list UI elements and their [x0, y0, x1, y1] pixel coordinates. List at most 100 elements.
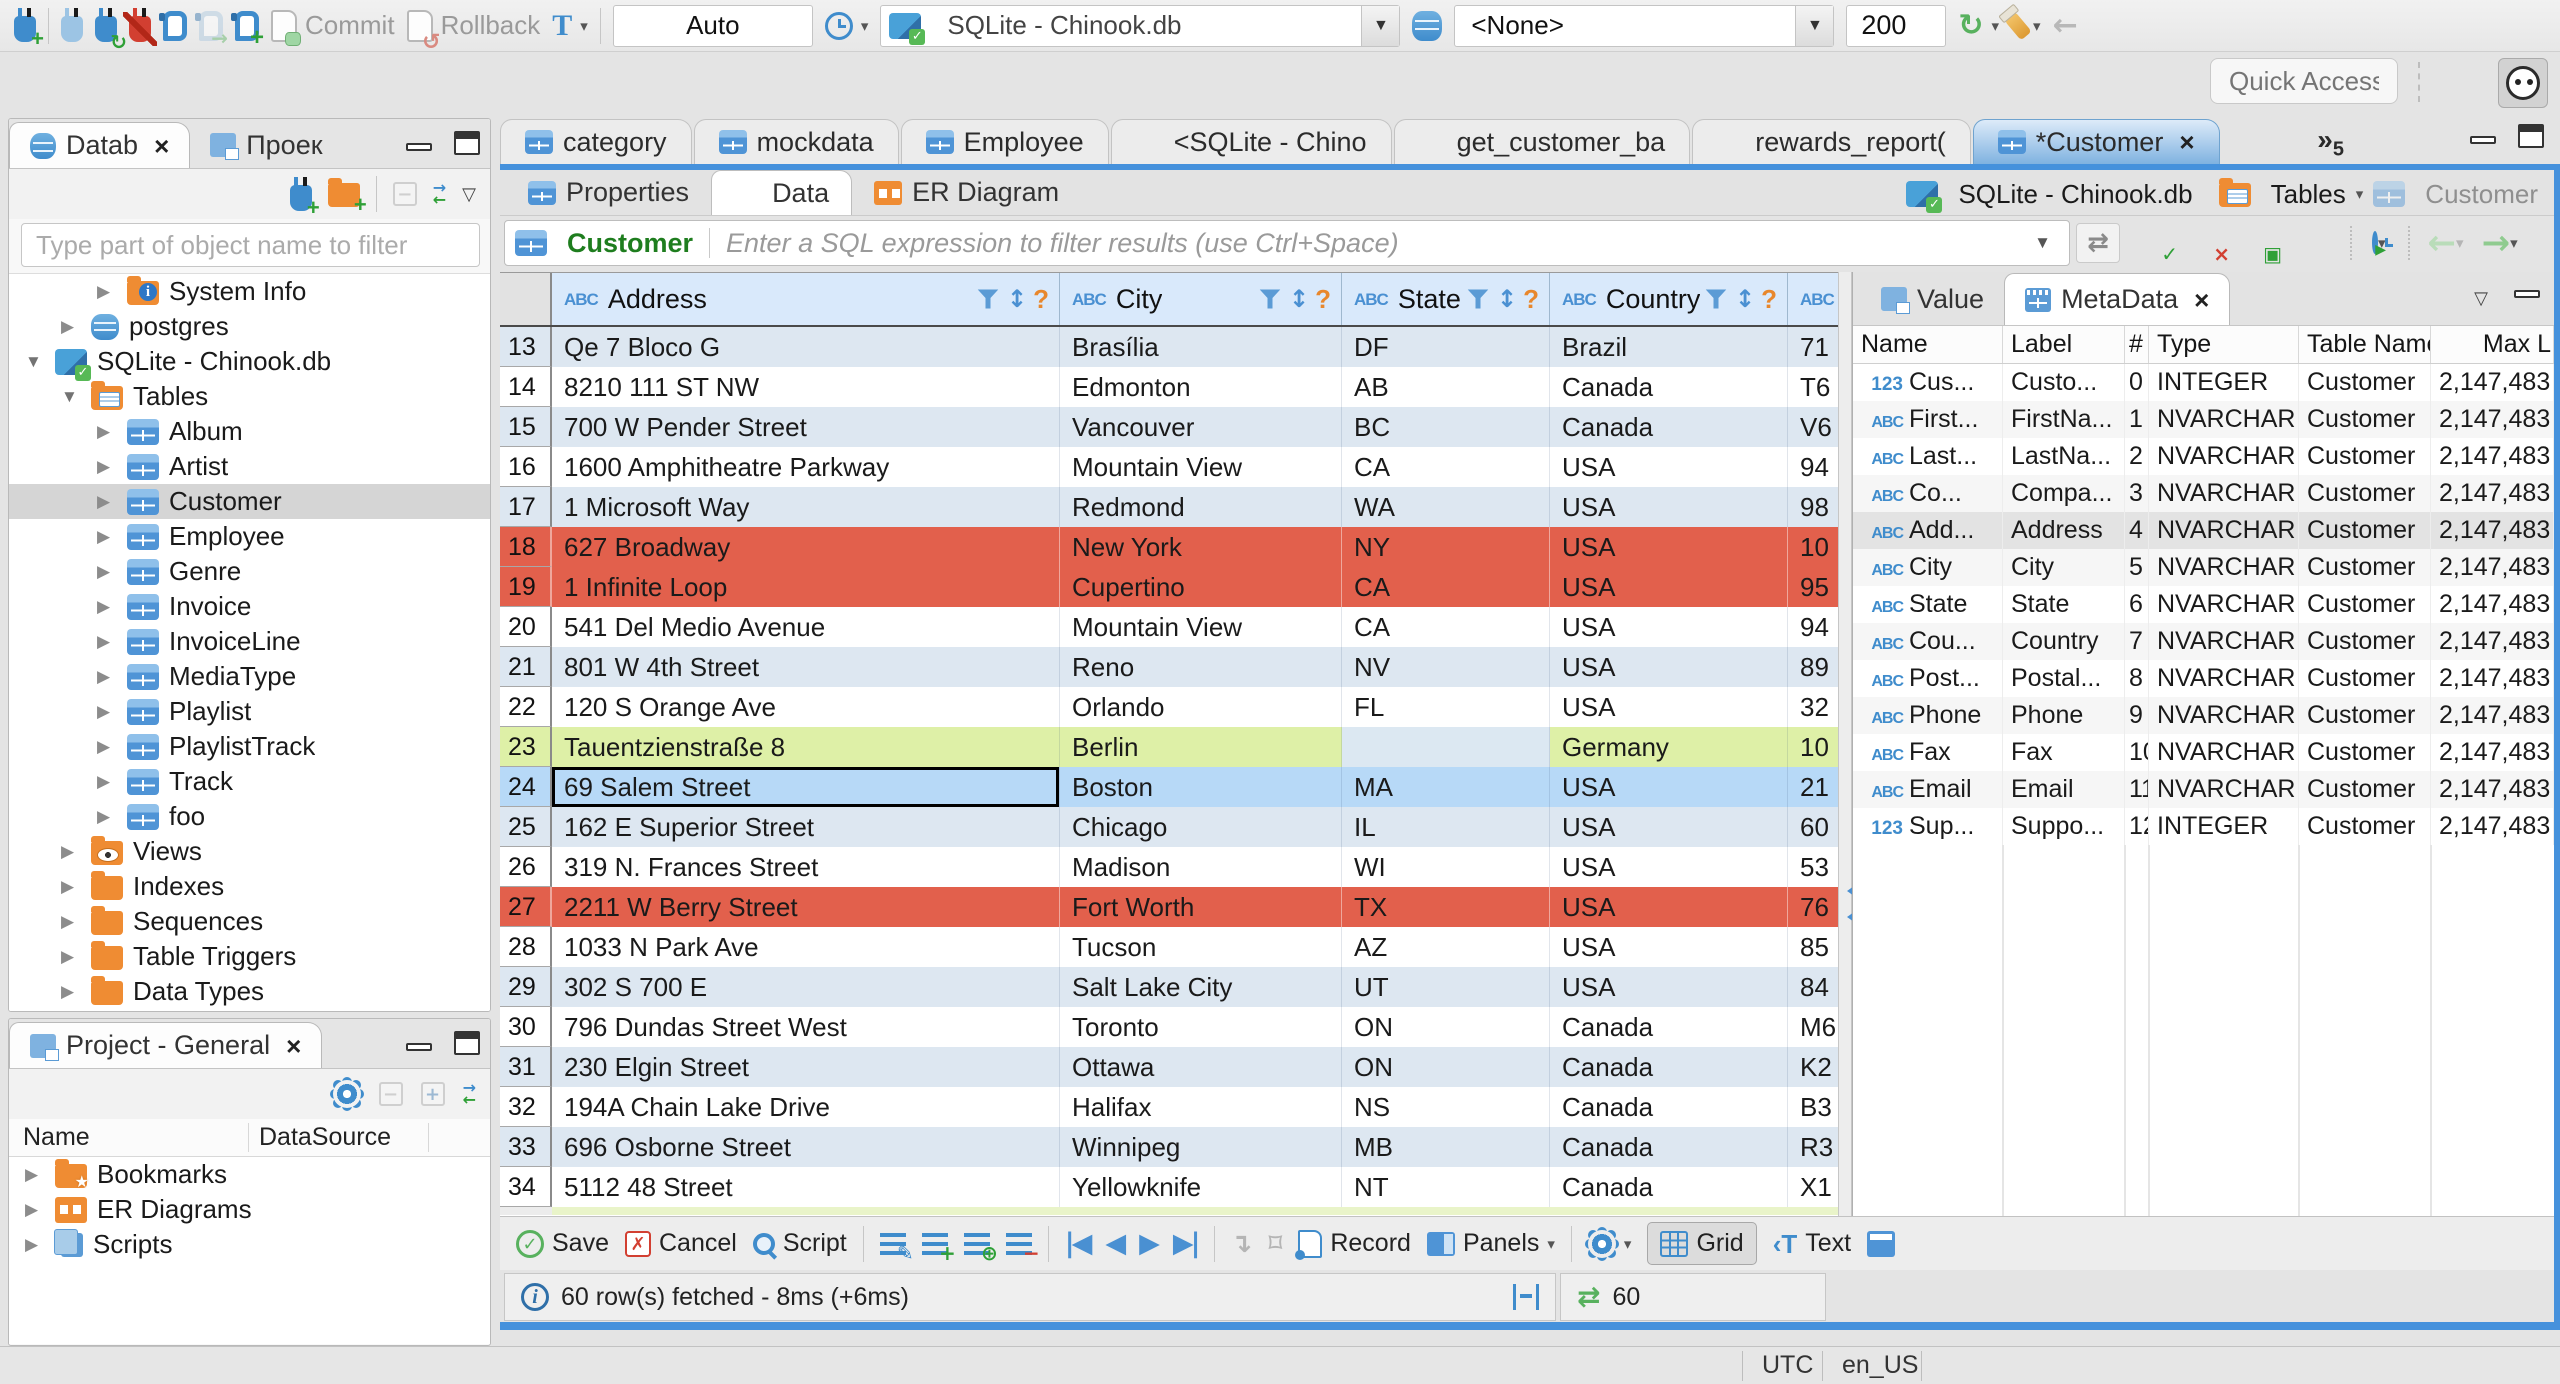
meta-cell-num[interactable]: 0 [2125, 364, 2149, 401]
highlight-button[interactable]: ▾ [2004, 11, 2041, 40]
meta-cell-label[interactable]: FirstNa... [2003, 401, 2125, 438]
expand-arrow-icon[interactable] [25, 352, 55, 372]
cell-state[interactable]: CA [1342, 447, 1550, 487]
cell-country[interactable]: USA [1550, 767, 1788, 807]
row-number-cell[interactable]: 22 [500, 687, 552, 727]
add-row-button[interactable]: + [921, 1232, 956, 1263]
tree-item[interactable]: Indexes [9, 869, 490, 904]
sort-icon[interactable]: ↕ [1497, 287, 1517, 311]
meta-cell-num[interactable]: 2 [2125, 438, 2149, 475]
tree-item[interactable]: Invoice [9, 589, 490, 624]
meta-cell-max[interactable]: 2,147,483 [2431, 697, 2554, 734]
meta-row[interactable]: First... FirstNa... 1 NVARCHAR Customer … [1853, 401, 2554, 438]
cell-address[interactable]: 2211 W Berry Street [552, 887, 1060, 927]
meta-cell-num[interactable]: 7 [2125, 623, 2149, 660]
cell-state[interactable]: MB [1342, 1127, 1550, 1167]
tree-item[interactable]: Sequences [9, 904, 490, 939]
expand-arrow-icon[interactable] [97, 702, 127, 722]
tree-item[interactable]: Album [9, 414, 490, 449]
previous-row-button[interactable]: ◀ [1105, 1230, 1126, 1257]
column-filter-icon[interactable] [977, 289, 999, 309]
cell-city[interactable]: Orlando [1060, 687, 1342, 727]
cell-country[interactable]: USA [1550, 527, 1788, 567]
expand-arrow-icon[interactable] [97, 527, 127, 547]
close-icon[interactable]: × [154, 133, 169, 159]
maximize-icon[interactable] [2518, 124, 2544, 148]
result-subtab[interactable]: Properties [506, 170, 711, 215]
close-icon[interactable]: × [2179, 129, 2194, 155]
cell-country[interactable]: Canada [1550, 1087, 1788, 1127]
cell-city[interactable]: Fort Worth [1060, 887, 1342, 927]
cell-country[interactable]: USA [1550, 807, 1788, 847]
column-header-datasource[interactable]: DataSource [249, 1123, 429, 1152]
breadcrumb-entity[interactable]: Customer [2425, 179, 2538, 210]
meta-cell-type[interactable]: NVARCHAR [2149, 660, 2299, 697]
column-info-icon[interactable]: ? [1523, 286, 1539, 312]
expand-arrow-icon[interactable] [61, 842, 91, 862]
cell-state[interactable]: ON [1342, 1007, 1550, 1047]
meta-cell-num[interactable]: 8 [2125, 660, 2149, 697]
meta-row[interactable]: Sup... Suppo... 12 INTEGER Customer 2,14… [1853, 808, 2554, 845]
sort-icon[interactable]: ↕ [1735, 287, 1755, 311]
recent-sql-editor-button[interactable] [195, 10, 228, 48]
new-connection-icon[interactable] [289, 176, 320, 219]
tab-projects[interactable]: Проек [190, 122, 342, 168]
table-perspective-button[interactable] [2446, 64, 2490, 102]
last-row-button[interactable]: ▶| [1173, 1230, 1201, 1257]
minimize-icon[interactable] [406, 143, 432, 151]
cell-postalcode[interactable]: K2 [1788, 1047, 1838, 1087]
filter-expression-field[interactable]: Customer Enter a SQL expression to filte… [504, 220, 2070, 266]
meta-cell-name[interactable]: Post... [1853, 660, 2003, 697]
new-sql-editor-button[interactable] [231, 10, 264, 50]
meta-row[interactable]: Last... LastNa... 2 NVARCHAR Customer 2,… [1853, 438, 2554, 475]
next-page-button[interactable]: → [2482, 226, 2511, 260]
cell-city[interactable]: Mountain View [1060, 607, 1342, 647]
minimize-icon[interactable] [2470, 136, 2496, 144]
cell-city[interactable]: Redmond [1060, 487, 1342, 527]
cell-city[interactable]: Winnipeg [1060, 1127, 1342, 1167]
editor-tab[interactable]: Employee [900, 119, 1109, 164]
column-header[interactable]: ABC Country ↕ ? [1550, 273, 1788, 325]
cell-address[interactable]: 796 Dundas Street West [552, 1007, 1060, 1047]
cell-postalcode[interactable]: 85 [1788, 927, 1838, 967]
grid-view-button[interactable]: Grid [1647, 1222, 1757, 1265]
meta-cell-table[interactable]: Customer [2299, 401, 2431, 438]
breadcrumb-tables[interactable]: Tables [2271, 179, 2346, 210]
fetch-size-input[interactable] [1846, 4, 1947, 47]
meta-cell-name[interactable]: State [1853, 586, 2003, 623]
cell-country[interactable]: Germany [1550, 727, 1788, 767]
tree-item[interactable]: Playlist [9, 694, 490, 729]
timezone-indicator[interactable]: UTC [1762, 1351, 1813, 1380]
meta-cell-type[interactable]: NVARCHAR [2149, 512, 2299, 549]
meta-cell-table[interactable]: Customer [2299, 475, 2431, 512]
tree-item[interactable]: System Info [9, 274, 490, 309]
cell-state[interactable]: FL [1342, 687, 1550, 727]
expand-arrow-icon[interactable] [97, 422, 127, 442]
cell-postalcode[interactable]: 98 [1788, 487, 1838, 527]
back-button[interactable]: ← [2053, 10, 2078, 41]
expand-arrow-icon[interactable] [61, 877, 91, 897]
schema-selector-combo[interactable]: <None> ▼ [1454, 4, 1835, 47]
save-filter-button[interactable]: ▣ [2246, 228, 2282, 264]
meta-cell-max[interactable]: 2,147,483 [2431, 549, 2554, 586]
breadcrumb-db[interactable]: SQLite - Chinook.db [1958, 179, 2192, 210]
cell-state[interactable] [1342, 727, 1550, 767]
meta-cell-max[interactable]: 2,147,483 [2431, 623, 2554, 660]
cell-city[interactable]: Ottawa [1060, 1047, 1342, 1087]
cell-address[interactable]: 700 W Pender Street [552, 407, 1060, 447]
link-with-editor-icon[interactable]: → ← [463, 1080, 476, 1108]
dbeaver-perspective-button[interactable] [2498, 58, 2548, 108]
meta-cell-name[interactable]: Email [1853, 771, 2003, 808]
object-filter-input[interactable] [21, 223, 480, 267]
cell-address[interactable]: 5112 48 Street [552, 1167, 1060, 1207]
editor-tab[interactable]: rewards_report( [1692, 119, 1971, 164]
meta-cell-table[interactable]: Customer [2299, 438, 2431, 475]
expand-arrow-icon[interactable] [97, 772, 127, 792]
meta-cell-num[interactable]: 11 [2125, 771, 2149, 808]
next-row-button[interactable]: ▶ [1139, 1230, 1160, 1257]
meta-cell-label[interactable]: State [2003, 586, 2125, 623]
cell-address[interactable]: 69 Salem Street [552, 767, 1060, 807]
cell-city[interactable]: Mountain View [1060, 447, 1342, 487]
view-menu-icon[interactable]: ▽ [462, 184, 476, 205]
cell-address[interactable]: Tauentzienstraße 8 [552, 727, 1060, 767]
